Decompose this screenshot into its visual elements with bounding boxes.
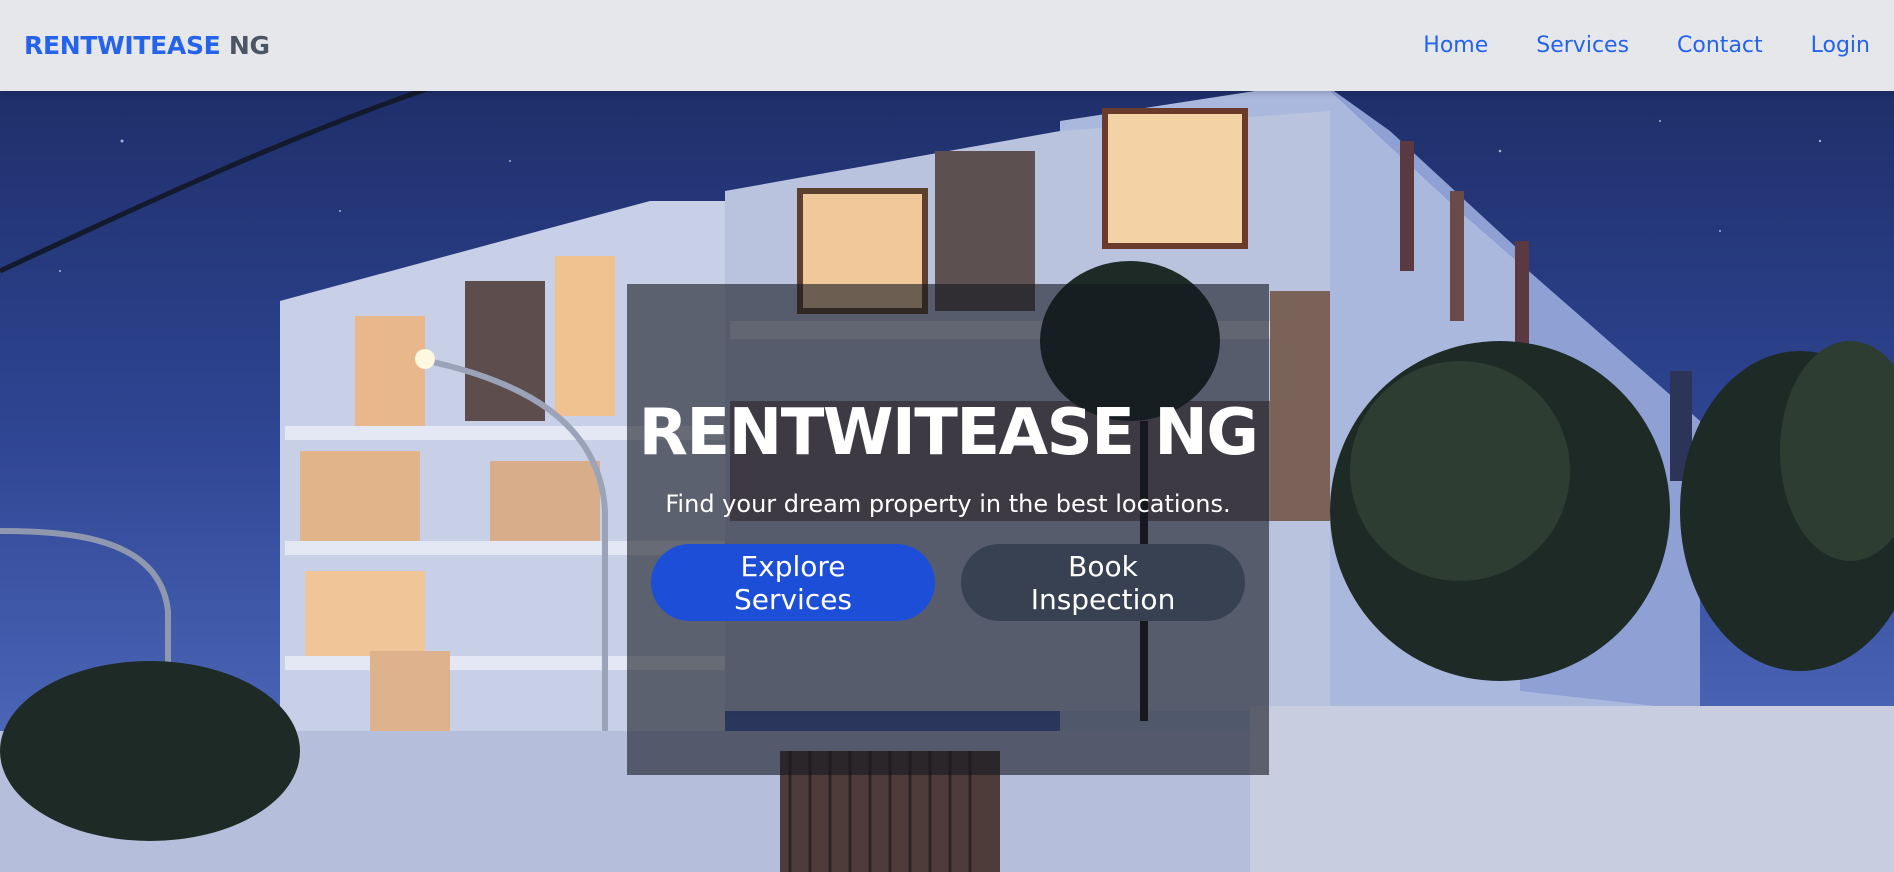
brand-logo[interactable]: RENTWITEASE NG bbox=[24, 31, 270, 60]
hero-buttons: Explore Services Book Inspection bbox=[651, 544, 1245, 622]
hero-content: RENTWITEASE NG Find your dream property … bbox=[627, 284, 1269, 775]
nav-links: Home Services Contact Login bbox=[1423, 33, 1870, 58]
hero-title: RENTWITEASE NG bbox=[638, 395, 1259, 470]
hero-section: RENTWITEASE NG Find your dream property … bbox=[0, 91, 1894, 872]
hero-subtitle: Find your dream property in the best loc… bbox=[665, 490, 1231, 519]
brand-secondary-text: NG bbox=[228, 31, 270, 60]
nav-link-contact[interactable]: Contact bbox=[1677, 33, 1763, 58]
brand-primary-text: RENTWITEASE bbox=[24, 31, 221, 60]
navbar: RENTWITEASE NG Home Services Contact Log… bbox=[0, 0, 1894, 91]
nav-link-services[interactable]: Services bbox=[1536, 33, 1629, 58]
explore-services-button[interactable]: Explore Services bbox=[651, 544, 935, 622]
nav-link-login[interactable]: Login bbox=[1811, 33, 1870, 58]
book-inspection-button[interactable]: Book Inspection bbox=[961, 544, 1245, 622]
nav-link-home[interactable]: Home bbox=[1423, 33, 1488, 58]
